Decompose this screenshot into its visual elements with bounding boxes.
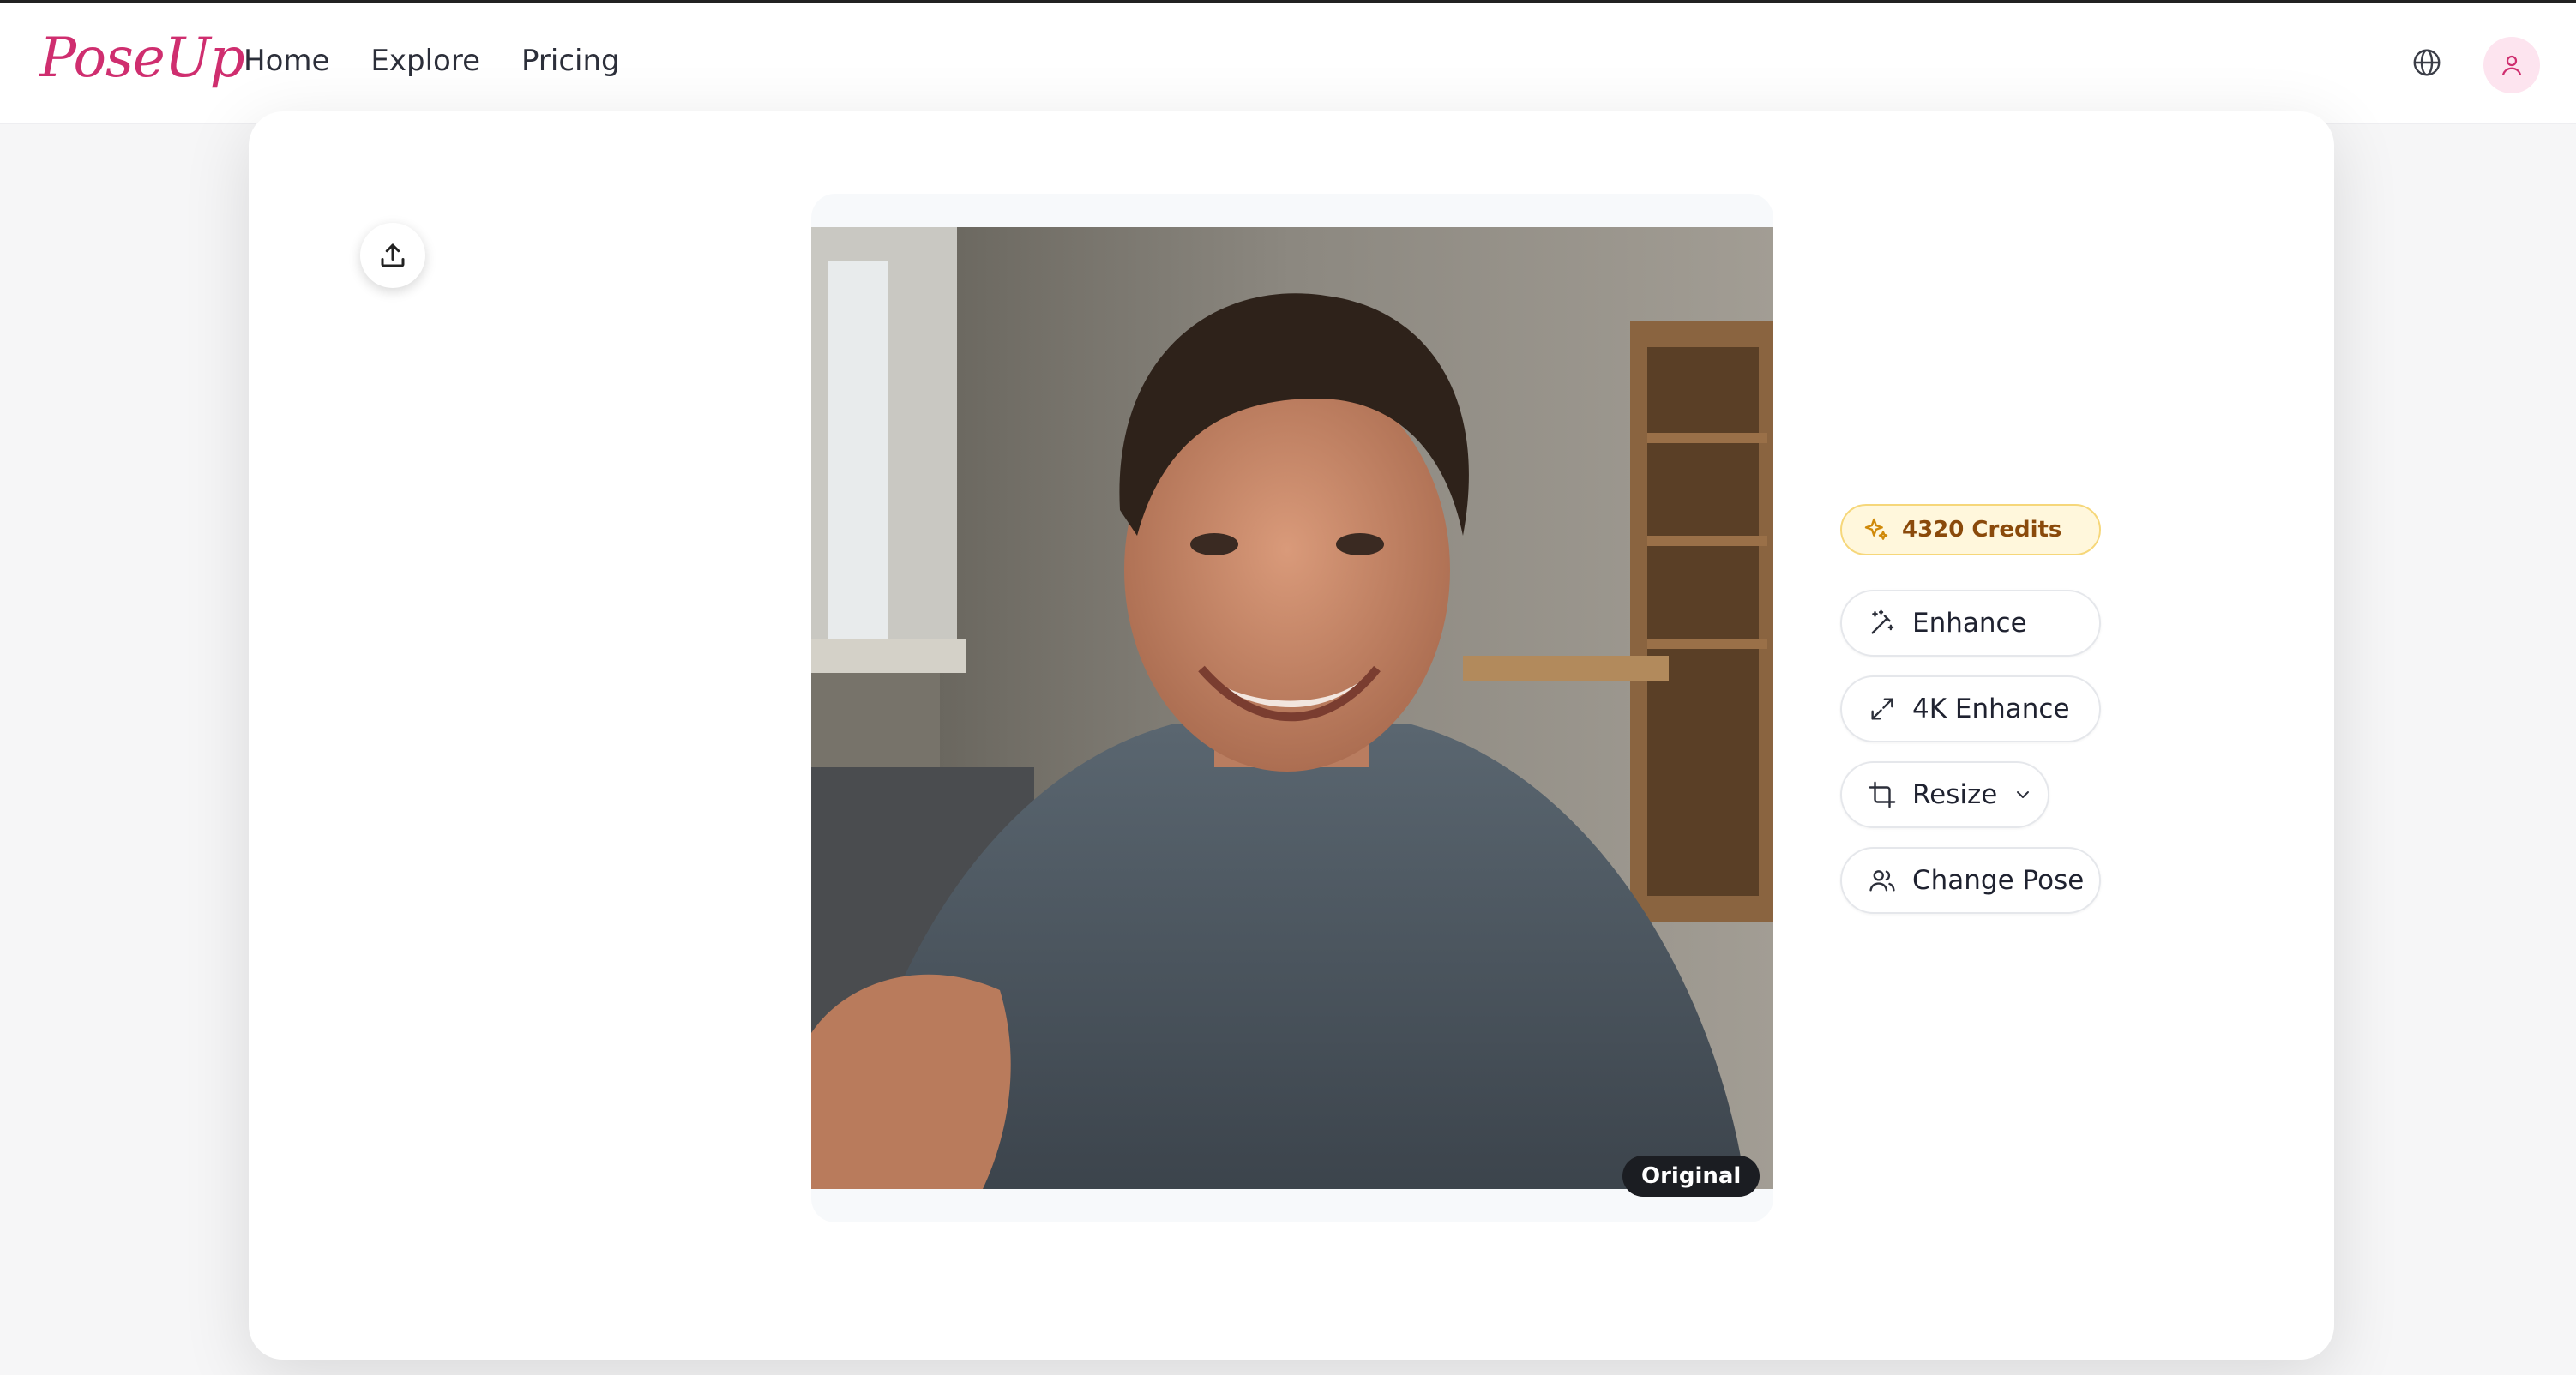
enhance-button[interactable]: Enhance [1840, 590, 2101, 657]
top-navbar: PoseUp Home Explore Pricing [0, 3, 2576, 124]
change-pose-label: Change Pose [1912, 865, 2085, 896]
credits-label: 4320 Credits [1902, 517, 2062, 543]
magic-wand-icon [1871, 609, 1894, 634]
change-pose-button[interactable]: Change Pose [1840, 847, 2101, 914]
users-icon [1869, 870, 1895, 892]
user-avatar-button[interactable] [2483, 37, 2540, 93]
original-badge: Original [1622, 1156, 1760, 1197]
nav-pricing[interactable]: Pricing [521, 44, 620, 78]
expand-icon [1871, 698, 1893, 720]
portrait-photo[interactable] [811, 227, 1773, 1189]
crop-icon [1869, 781, 1896, 808]
enhance-label: Enhance [1912, 608, 2027, 639]
resize-dropdown-button[interactable]: Resize [1840, 761, 2049, 828]
nav-explore[interactable]: Explore [370, 44, 480, 78]
main-nav: Home Explore Pricing [244, 44, 620, 78]
chevron-down-icon [2017, 791, 2030, 798]
nav-home[interactable]: Home [244, 44, 329, 78]
upload-icon [381, 243, 405, 267]
credits-badge: 4320 Credits [1840, 504, 2101, 555]
4k-enhance-label: 4K Enhance [1912, 694, 2070, 724]
sparkles-icon [1864, 518, 1888, 540]
globe-icon[interactable] [2411, 47, 2442, 78]
upload-button[interactable] [360, 223, 425, 288]
logo[interactable]: PoseUp [39, 27, 245, 90]
4k-enhance-button[interactable]: 4K Enhance [1840, 675, 2101, 742]
user-icon [2501, 55, 2522, 75]
resize-label: Resize [1912, 779, 1998, 810]
